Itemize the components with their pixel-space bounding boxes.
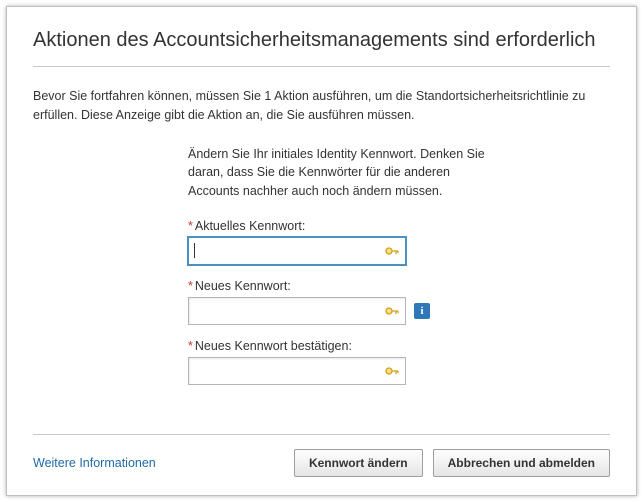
current-password-input-wrap bbox=[188, 237, 406, 265]
submit-button[interactable]: Kennwort ändern bbox=[294, 449, 423, 477]
text-caret bbox=[194, 243, 195, 258]
current-password-label: *Aktuelles Kennwort: bbox=[188, 219, 488, 233]
confirm-password-input-wrap bbox=[188, 357, 406, 385]
new-password-label-text: Neues Kennwort: bbox=[195, 279, 291, 293]
form-area: Ändern Sie Ihr initiales Identity Kennwo… bbox=[188, 145, 488, 399]
current-password-label-text: Aktuelles Kennwort: bbox=[195, 219, 305, 233]
new-password-input[interactable] bbox=[188, 297, 406, 325]
cancel-button[interactable]: Abbrechen und abmelden bbox=[433, 449, 610, 477]
new-password-label: *Neues Kennwort: bbox=[188, 279, 488, 293]
footer: Weitere Informationen Kennwort ändern Ab… bbox=[33, 449, 610, 477]
field-new-password: *Neues Kennwort: i bbox=[188, 279, 488, 325]
field-confirm-password: *Neues Kennwort bestätigen: bbox=[188, 339, 488, 385]
instruction-text: Ändern Sie Ihr initiales Identity Kennwo… bbox=[188, 145, 488, 201]
required-marker: * bbox=[188, 219, 193, 233]
new-password-input-wrap bbox=[188, 297, 406, 325]
required-marker: * bbox=[188, 279, 193, 293]
footer-divider bbox=[33, 434, 610, 435]
dialog-panel: Aktionen des Accountsicherheitsmanagemen… bbox=[6, 6, 637, 496]
confirm-password-label: *Neues Kennwort bestätigen: bbox=[188, 339, 488, 353]
title-divider bbox=[33, 66, 610, 67]
current-password-input[interactable] bbox=[188, 237, 406, 265]
field-current-password: *Aktuelles Kennwort: bbox=[188, 219, 488, 265]
page-title: Aktionen des Accountsicherheitsmanagemen… bbox=[33, 29, 610, 52]
dialog-frame: Aktionen des Accountsicherheitsmanagemen… bbox=[0, 0, 643, 502]
info-icon[interactable]: i bbox=[414, 303, 430, 319]
more-info-link[interactable]: Weitere Informationen bbox=[33, 456, 156, 470]
intro-text: Bevor Sie fortfahren können, müssen Sie … bbox=[33, 87, 610, 125]
confirm-password-input[interactable] bbox=[188, 357, 406, 385]
confirm-password-label-text: Neues Kennwort bestätigen: bbox=[195, 339, 352, 353]
required-marker: * bbox=[188, 339, 193, 353]
